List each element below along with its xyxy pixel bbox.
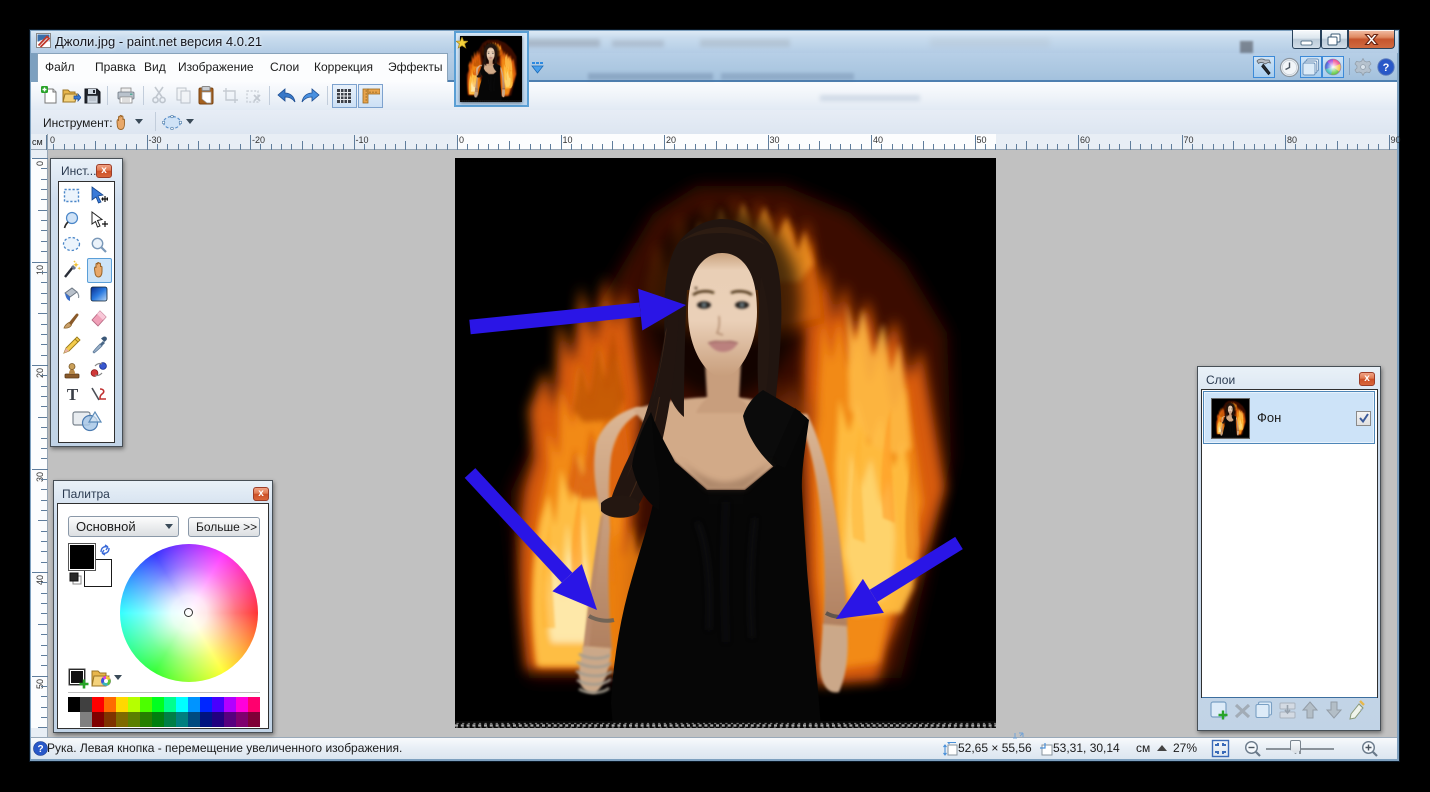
- svg-text:?: ?: [1383, 62, 1390, 74]
- svg-text:?: ?: [37, 744, 43, 755]
- svg-text:T: T: [67, 385, 79, 403]
